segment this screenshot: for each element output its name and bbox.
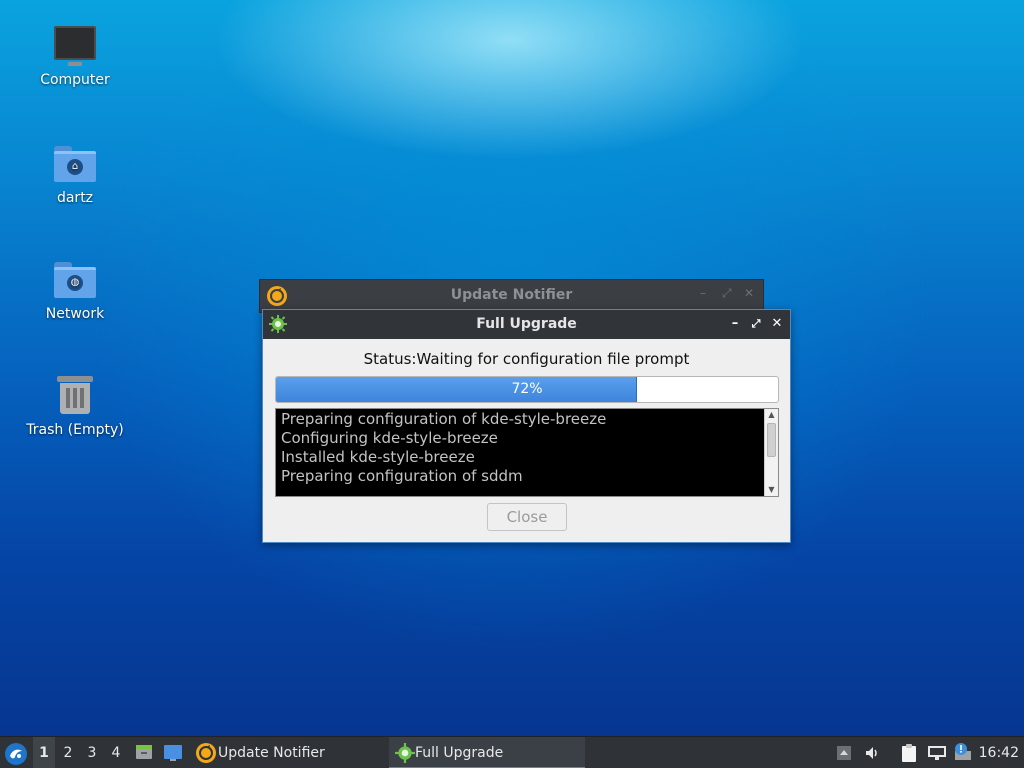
workspace-1[interactable]: 1: [33, 737, 55, 768]
computer-icon: [53, 22, 97, 66]
trash-icon: [53, 372, 97, 416]
window-title: Update Notifier: [450, 287, 573, 303]
scroll-down-arrow-icon[interactable]: ▼: [765, 484, 778, 496]
volume-icon[interactable]: [864, 745, 880, 761]
desktop-icon-computer[interactable]: Computer: [20, 22, 130, 88]
close-dialog-button[interactable]: Close: [487, 503, 567, 531]
log-line: Installed kde-style-breeze: [281, 448, 475, 466]
log-line: Configuring kde-style-breeze: [281, 429, 498, 447]
close-button[interactable]: ✕: [768, 315, 786, 333]
scrollbar-thumb[interactable]: [767, 423, 776, 457]
tray-expand-icon[interactable]: [836, 745, 852, 761]
window-title: Full Upgrade: [476, 316, 577, 332]
scroll-up-arrow-icon[interactable]: ▲: [765, 409, 778, 421]
minimize-button[interactable]: –: [700, 286, 706, 300]
log-line: Preparing configuration of sddm: [281, 467, 523, 485]
desktop-icon-label: Computer: [40, 72, 110, 88]
clock[interactable]: 16:42: [979, 737, 1019, 768]
gear-icon: [395, 743, 415, 763]
maximize-button[interactable]: ⤢: [747, 315, 765, 333]
workspace-2[interactable]: 2: [57, 737, 79, 768]
update-available-icon[interactable]: [953, 742, 973, 762]
task-label: Update Notifier: [218, 745, 325, 761]
progress-label: 72%: [511, 381, 543, 397]
progress-bar: 72%: [275, 376, 779, 403]
update-notifier-icon: [196, 743, 216, 763]
minimize-button[interactable]: –: [726, 315, 744, 333]
close-button[interactable]: ✕: [744, 286, 754, 300]
workspace-3[interactable]: 3: [81, 737, 103, 768]
workspace-4[interactable]: 4: [105, 737, 127, 768]
desktop-icon-label: Trash (Empty): [26, 422, 124, 438]
terminal-log[interactable]: Preparing configuration of kde-style-bre…: [275, 408, 779, 497]
update-notifier-window[interactable]: Update Notifier – ⤢ ✕: [259, 279, 764, 313]
network-icon[interactable]: [927, 745, 947, 761]
network-folder-icon: ◍: [53, 256, 97, 300]
desktop-icon-network[interactable]: ◍ Network: [20, 256, 130, 322]
start-menu-icon[interactable]: [4, 742, 28, 766]
home-folder-icon: ⌂: [53, 140, 97, 184]
taskbar: 1 2 3 4 Update Notifier Full Upgrade 16:…: [0, 736, 1024, 768]
desktop-icon-label: dartz: [56, 190, 94, 206]
full-upgrade-window[interactable]: Full Upgrade – ⤢ ✕ Status:Waiting for co…: [262, 309, 791, 543]
show-desktop-icon[interactable]: [163, 744, 183, 762]
task-label: Full Upgrade: [415, 745, 504, 761]
task-update-notifier[interactable]: Update Notifier: [192, 737, 382, 768]
desktop-icon-trash[interactable]: Trash (Empty): [20, 372, 130, 438]
desktop-icon-home[interactable]: ⌂ dartz: [20, 140, 130, 206]
status-text: Status:Waiting for configuration file pr…: [363, 350, 690, 368]
log-scrollbar[interactable]: ▲ ▼: [764, 409, 778, 496]
maximize-button[interactable]: ⤢: [722, 286, 732, 301]
titlebar[interactable]: Full Upgrade – ⤢ ✕: [263, 310, 790, 339]
task-full-upgrade[interactable]: Full Upgrade: [389, 737, 585, 768]
file-manager-icon[interactable]: [135, 743, 153, 761]
log-line: Preparing configuration of kde-style-bre…: [281, 410, 607, 428]
clipboard-icon[interactable]: [900, 743, 918, 763]
desktop-icon-label: Network: [45, 306, 105, 322]
